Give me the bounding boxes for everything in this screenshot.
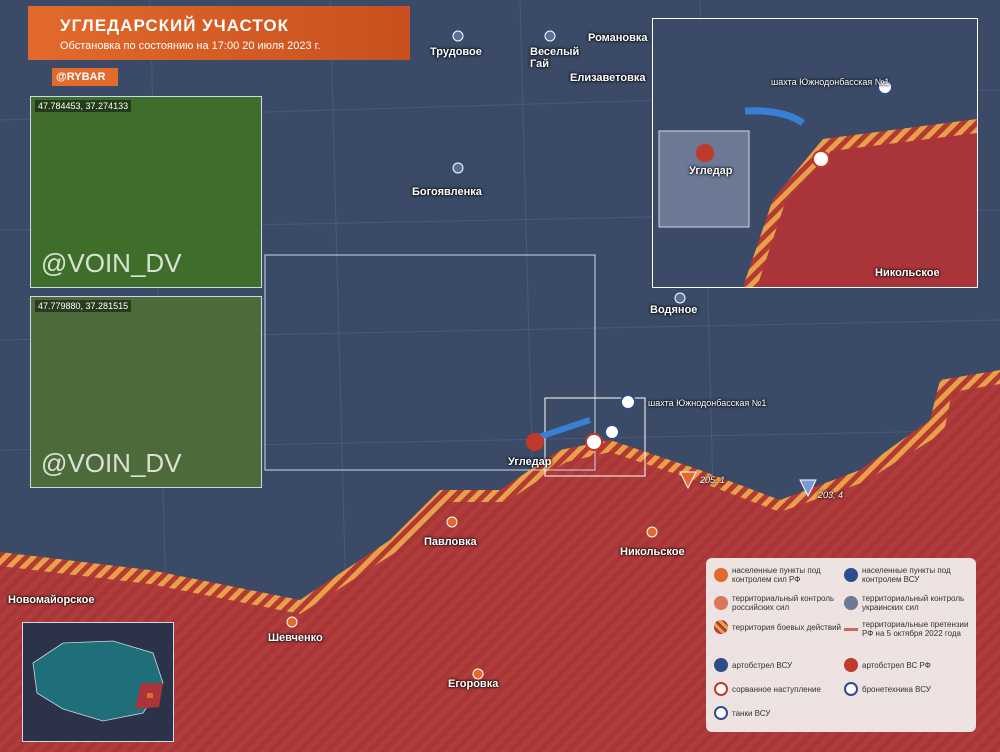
ua-settlement-icon bbox=[844, 568, 858, 582]
label-veselyi-gai: Веселый Гай bbox=[530, 46, 580, 70]
ua-artillery-icon bbox=[714, 658, 728, 672]
label-vodyanoe: Водяное bbox=[650, 304, 698, 316]
inset-label-ugledar: Угледар bbox=[689, 165, 733, 177]
map-legend: населенные пункты под контролем сил РФ н… bbox=[706, 558, 976, 732]
drone-photo-2: 47.779880, 37.281515 @VOIN_DV bbox=[30, 296, 262, 488]
label-elizavetovka: Елизаветовка bbox=[570, 72, 646, 84]
inset-label-nikolskoe: Никольское bbox=[875, 267, 940, 279]
label-mine: шахта Южнодонбасская №1 bbox=[648, 398, 767, 408]
zoom-inset: шахта Южнодонбасская №1 Угледар Никольск… bbox=[652, 18, 978, 288]
label-shevchenko: Шевченко bbox=[268, 632, 323, 644]
photo-coords: 47.784453, 37.274133 bbox=[35, 100, 132, 112]
title-banner: УГЛЕДАРСКИЙ УЧАСТОК Обстановка по состоя… bbox=[28, 6, 410, 60]
combat-zone-icon bbox=[714, 620, 728, 634]
label-ugledar: Угледар bbox=[508, 456, 552, 468]
photo-watermark: @VOIN_DV bbox=[41, 448, 182, 478]
label-novomayorskoe: Новомайорское bbox=[8, 594, 95, 606]
ru-territory-icon bbox=[714, 596, 728, 610]
label-pavlovka: Павловка bbox=[424, 536, 477, 548]
brand-badge[interactable]: @RYBAR bbox=[52, 68, 118, 86]
photo-watermark: @VOIN_DV bbox=[41, 248, 182, 278]
label-height-205: 205, 1 bbox=[700, 475, 726, 485]
tank-icon bbox=[714, 706, 728, 720]
mine-icon bbox=[620, 394, 636, 410]
page-title: УГЛЕДАРСКИЙ УЧАСТОК bbox=[60, 16, 289, 35]
claims-line-icon bbox=[844, 627, 858, 631]
inset-map bbox=[653, 19, 977, 287]
label-trudovoe: Трудовое bbox=[430, 46, 482, 58]
page-subtitle: Обстановка по состоянию на 17:00 20 июля… bbox=[60, 40, 321, 52]
drone-photo-1: 47.784453, 37.274133 @VOIN_DV bbox=[30, 96, 262, 288]
label-height-203: 203, 4 bbox=[818, 490, 844, 500]
armor-icon bbox=[844, 682, 858, 696]
label-romanovka: Романовка bbox=[588, 32, 648, 44]
failed-attack-icon bbox=[714, 682, 728, 696]
inset-label-mine: шахта Южнодонбасская №1 bbox=[771, 77, 890, 87]
ua-territory-icon bbox=[844, 596, 858, 610]
ru-artillery-icon bbox=[844, 658, 858, 672]
label-bogoyavlenka: Богоявленка bbox=[412, 186, 482, 198]
label-egorovka: Егоровка bbox=[448, 678, 499, 690]
label-nikolskoe: Никольское bbox=[620, 546, 685, 558]
ru-settlement-icon bbox=[714, 568, 728, 582]
photo-coords: 47.779880, 37.281515 bbox=[35, 300, 132, 312]
ukraine-overview-map bbox=[22, 622, 174, 742]
failed-attack-icon bbox=[585, 433, 603, 451]
armor-icon bbox=[604, 424, 620, 440]
ugledar-marker bbox=[526, 433, 544, 451]
